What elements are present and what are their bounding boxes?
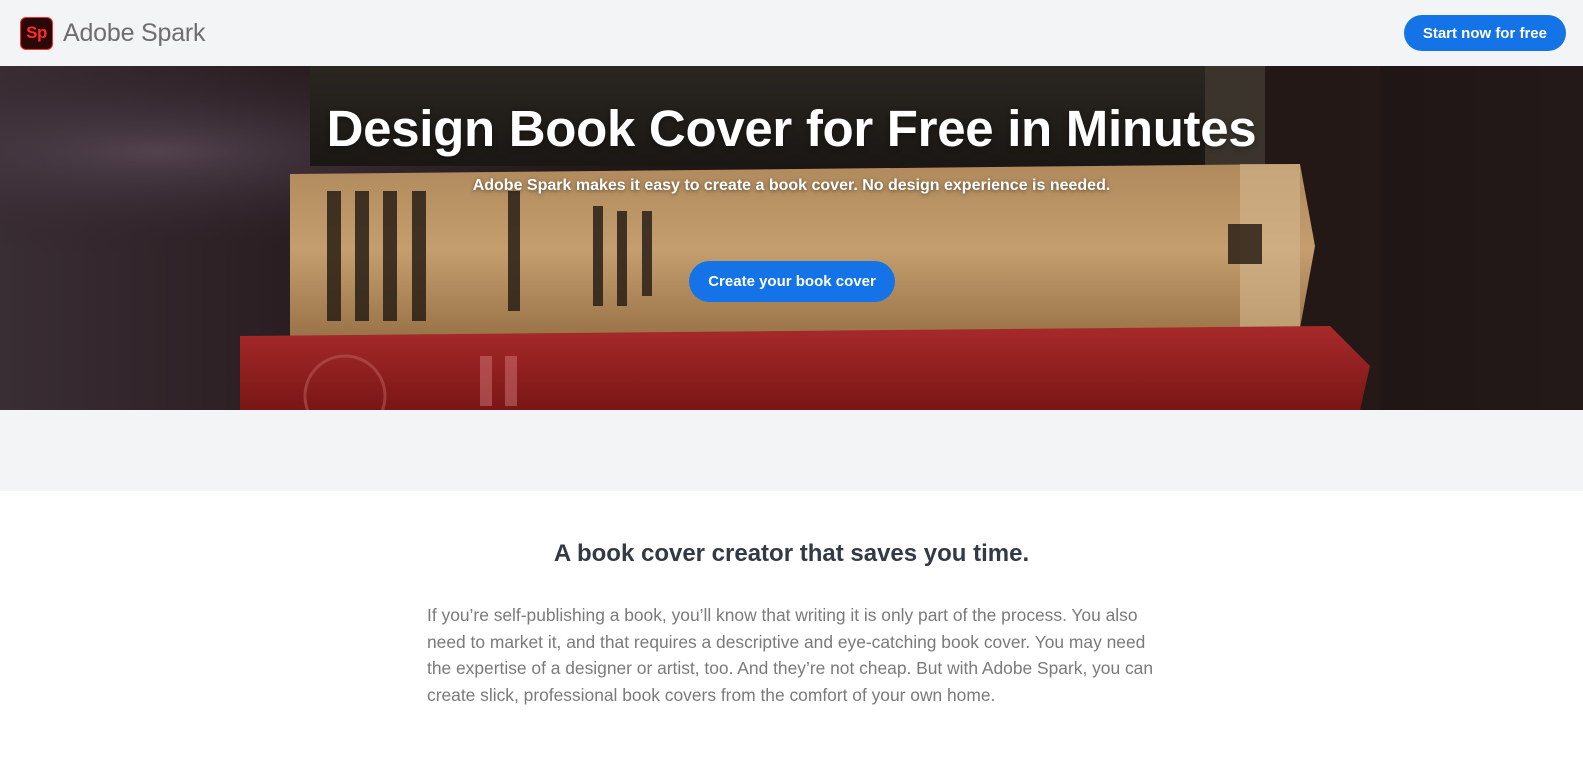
- logo-letters: Sp: [26, 23, 47, 42]
- brand-name: Adobe Spark: [63, 18, 206, 47]
- brand-logo-link[interactable]: Sp Adobe Spark: [20, 16, 206, 50]
- adobe-spark-logo-icon: Sp: [20, 16, 53, 50]
- section-paragraph: If you’re self-publishing a book, you’ll…: [427, 605, 1154, 705]
- top-nav-bar: Sp Adobe Spark Start now for free: [0, 0, 1583, 66]
- section-heading: A book cover creator that saves you time…: [553, 540, 1030, 567]
- hero-section: Design Book Cover for Free in Minutes Ad…: [0, 66, 1583, 410]
- start-now-button[interactable]: Start now for free: [1403, 15, 1566, 51]
- hero-title: Design Book Cover for Free in Minutes: [326, 100, 1257, 157]
- hero-subtitle: Adobe Spark makes it easy to create a bo…: [472, 177, 1111, 194]
- create-book-cover-button[interactable]: Create your book cover: [689, 261, 895, 302]
- section-divider-band: [0, 410, 1583, 491]
